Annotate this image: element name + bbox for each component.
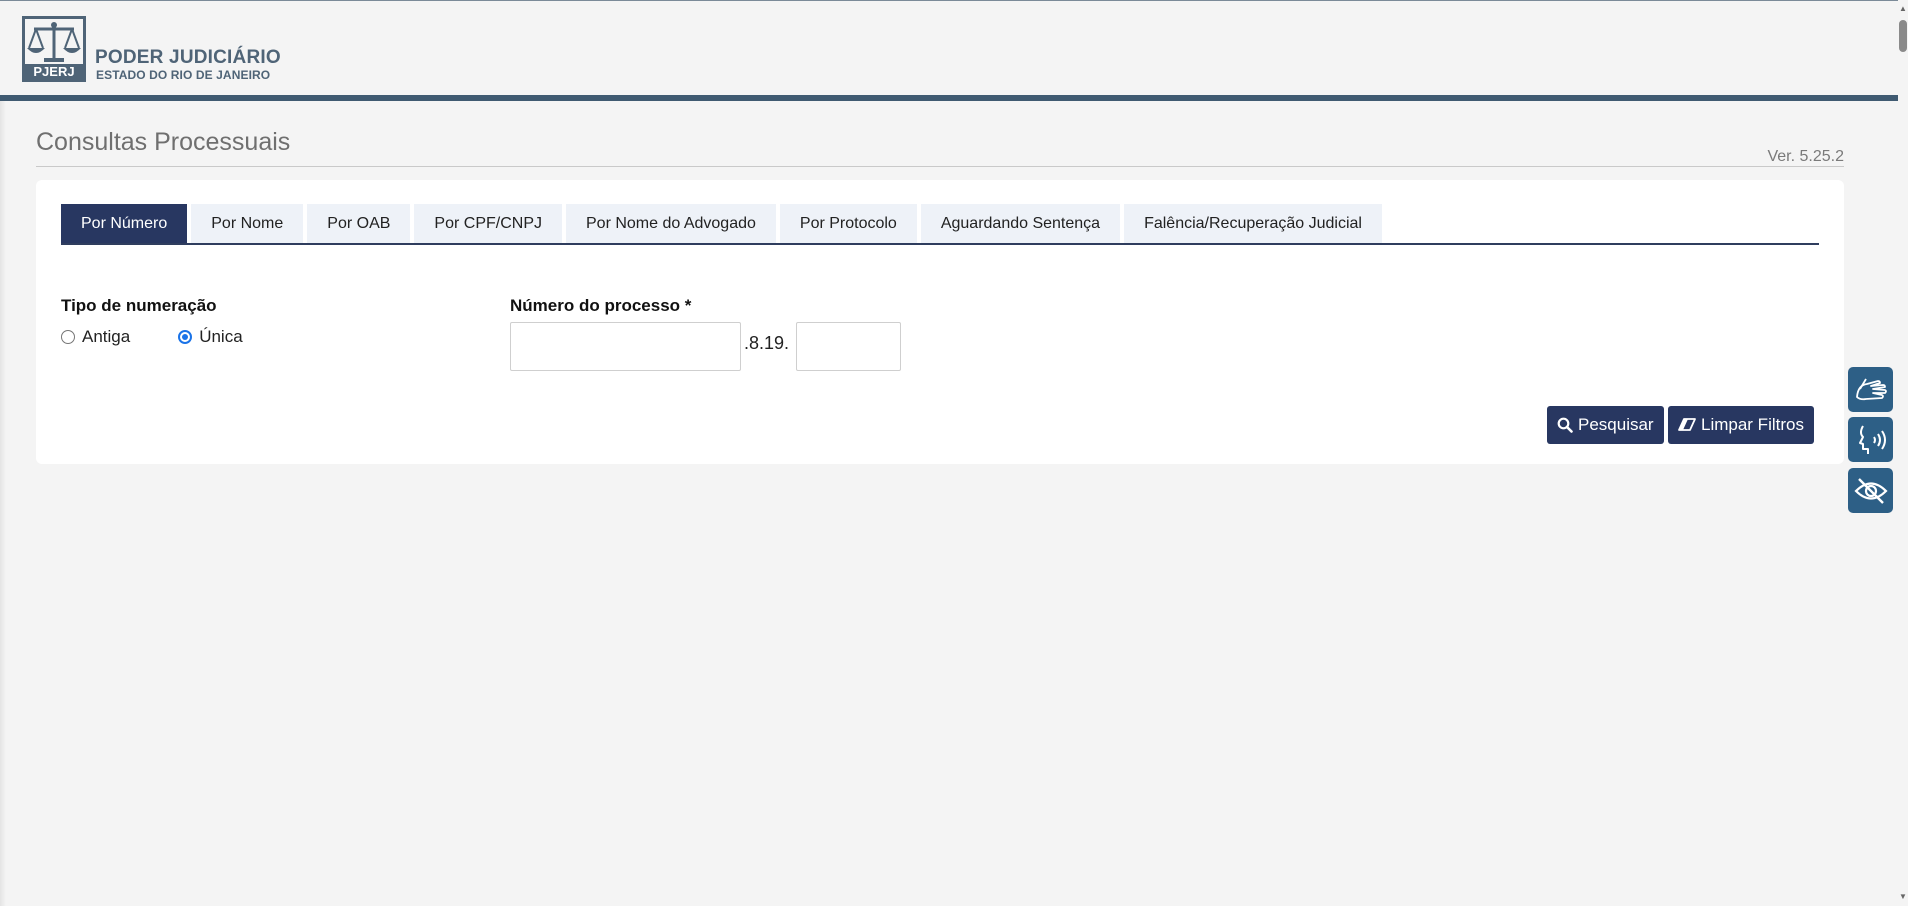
tab-por-numero[interactable]: Por Número — [61, 204, 188, 243]
page-title: Consultas Processuais — [36, 128, 291, 156]
radio-antiga-label: Antiga — [82, 327, 131, 346]
scroll-down-arrow-icon[interactable]: ▼ — [1898, 892, 1908, 902]
eye-slash-icon — [1853, 477, 1888, 504]
process-number-label: Número do processo * — [510, 296, 692, 315]
header-bar — [0, 95, 1898, 101]
speech-icon — [1858, 425, 1886, 454]
high-contrast-button[interactable] — [1848, 468, 1893, 513]
tab-por-nome[interactable]: Por Nome — [191, 204, 304, 243]
numbering-type-label: Tipo de numeração — [61, 296, 217, 315]
clear-filters-button[interactable]: Limpar Filtros — [1668, 406, 1814, 444]
search-icon — [1557, 417, 1573, 433]
eraser-icon — [1678, 418, 1696, 431]
clear-filters-button-label: Limpar Filtros — [1701, 415, 1804, 434]
tab-por-oab[interactable]: Por OAB — [307, 204, 411, 243]
process-number-separator: .8.19. — [744, 333, 790, 353]
tab-aguardando-sentenca[interactable]: Aguardando Sentença — [920, 204, 1121, 243]
radio-unica-label: Única — [199, 327, 243, 346]
radio-unica-input[interactable] — [178, 330, 193, 344]
tab-por-protocolo[interactable]: Por Protocolo — [779, 204, 917, 243]
scrollbar[interactable]: ▲ ▼ — [1898, 0, 1908, 906]
logo-text: PJERJ — [33, 64, 74, 79]
pjerj-logo: PJERJ — [22, 16, 86, 82]
site-header: PJERJ PODER JUDICIÁRIO ESTADO DO RIO DE … — [0, 1, 1898, 96]
brand-title: PODER JUDICIÁRIO — [95, 47, 281, 68]
scroll-thumb[interactable] — [1899, 20, 1907, 52]
left-shadow — [0, 100, 6, 906]
tab-por-cpf-cnpj[interactable]: Por CPF/CNPJ — [414, 204, 562, 243]
tab-falencia-recuperacao[interactable]: Falência/Recuperação Judicial — [1124, 204, 1382, 243]
version-label: Ver. 5.25.2 — [1767, 148, 1844, 165]
title-divider — [36, 166, 1844, 167]
search-tabs: Por Número Por Nome Por OAB Por CPF/CNPJ… — [61, 204, 1819, 245]
process-number-input[interactable] — [510, 322, 741, 371]
search-button-label: Pesquisar — [1578, 415, 1654, 434]
radio-unica[interactable]: Única — [178, 327, 243, 347]
origin-code-input[interactable] — [796, 322, 901, 371]
speech-button[interactable] — [1848, 417, 1893, 462]
numbering-type-radios: Antiga Única — [61, 327, 291, 347]
search-card: Por Número Por Nome Por OAB Por CPF/CNPJ… — [36, 180, 1844, 464]
sign-language-button[interactable] — [1848, 367, 1893, 412]
search-button[interactable]: Pesquisar — [1547, 406, 1664, 444]
scroll-up-arrow-icon[interactable]: ▲ — [1898, 4, 1908, 13]
tab-por-nome-advogado[interactable]: Por Nome do Advogado — [566, 204, 776, 243]
brand-subtitle: ESTADO DO RIO DE JANEIRO — [96, 68, 271, 82]
sign-language-icon — [1855, 378, 1887, 400]
radio-antiga[interactable]: Antiga — [61, 327, 130, 347]
radio-antiga-input[interactable] — [61, 330, 75, 344]
